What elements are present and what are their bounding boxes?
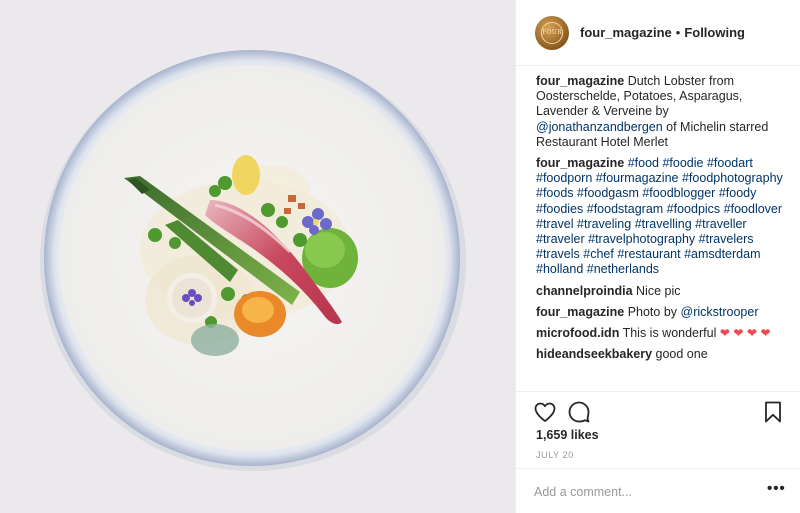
hashtag-link[interactable]: #traveler <box>536 232 585 246</box>
comment-username[interactable]: channelproindia <box>536 284 633 298</box>
hashtag-link[interactable]: #foodphotography <box>682 171 783 185</box>
hashtag-link[interactable]: #food <box>628 156 659 170</box>
hashtag-list: #food #foodie #foodart #foodporn #fourma… <box>536 156 783 276</box>
hashtag-link[interactable]: #foodpics <box>667 202 721 216</box>
hashtag-link[interactable]: #fourmagazine <box>596 171 679 185</box>
comment-text: Nice pic <box>632 283 681 298</box>
hashtag-link[interactable]: #netherlands <box>587 262 659 276</box>
hashtag-link[interactable]: #foodstagram <box>587 202 663 216</box>
post-side-panel: FOUR four_magazine • Following four_maga… <box>515 0 800 513</box>
comment-text: Photo by <box>624 304 681 319</box>
hashtag-link[interactable]: #travelphotography <box>588 232 695 246</box>
hashtag-link[interactable]: #traveling <box>577 217 631 231</box>
comment-username[interactable]: four_magazine <box>536 305 624 319</box>
header-username[interactable]: four_magazine <box>580 25 672 40</box>
hashtag-link[interactable]: #foodies <box>536 202 583 216</box>
heart-emoji-icon: ❤ <box>746 326 757 341</box>
hashtag-link[interactable]: #foodporn <box>536 171 592 185</box>
speech-bubble-icon[interactable] <box>567 400 591 424</box>
food-plate-illustration <box>0 0 515 513</box>
add-comment-bar: ••• <box>516 468 800 513</box>
hashtag-link[interactable]: #foodart <box>707 156 753 170</box>
avatar[interactable]: FOUR <box>535 15 569 50</box>
comments-list[interactable]: four_magazine Dutch Lobster from Oosters… <box>536 74 790 390</box>
avatar-logo: FOUR <box>541 21 563 44</box>
hashtag-link[interactable]: #foods <box>536 186 574 200</box>
comment-username[interactable]: four_magazine <box>536 156 624 170</box>
list-item: channelproindia Nice pic <box>536 284 790 299</box>
list-item: microfood.idn This is wonderful ❤ ❤ ❤ ❤ <box>536 326 790 341</box>
comment-text: This is wonderful <box>619 326 720 341</box>
hashtag-link[interactable]: #holland <box>536 262 583 276</box>
post-header: FOUR four_magazine • Following <box>516 0 800 66</box>
hashtag-link[interactable]: #travels <box>536 247 580 261</box>
heart-outline-icon[interactable] <box>533 400 557 424</box>
comment-username[interactable]: microfood.idn <box>536 326 619 340</box>
following-button[interactable]: Following <box>684 25 745 40</box>
comment-input[interactable] <box>534 482 754 502</box>
hashtag-link[interactable]: #travelers <box>699 232 754 246</box>
post-photo[interactable] <box>0 0 515 513</box>
bookmark-icon[interactable] <box>761 400 785 424</box>
header-separator: • <box>675 25 681 40</box>
hashtag-link[interactable]: #traveller <box>695 217 746 231</box>
list-item: hideandseekbakery good one <box>536 347 790 362</box>
list-item: four_magazine Photo by @rickstrooper <box>536 305 790 320</box>
hashtag-link[interactable]: #chef <box>583 247 614 261</box>
post-actions <box>516 391 800 431</box>
post-date[interactable]: JULY 20 <box>536 450 574 460</box>
more-options-icon[interactable]: ••• <box>767 481 786 497</box>
caption: four_magazine Dutch Lobster from Oosters… <box>536 74 790 150</box>
hashtag-link[interactable]: #foodblogger <box>642 186 715 200</box>
comment-mention-link[interactable]: @rickstrooper <box>681 305 759 319</box>
likes-count[interactable]: 1,659 likes <box>536 428 599 442</box>
hashtag-link[interactable]: #travelling <box>635 217 692 231</box>
hashtag-link[interactable]: #travel <box>536 217 574 231</box>
hashtag-link[interactable]: #foodie <box>662 156 703 170</box>
hashtag-link[interactable]: #foodlover <box>724 202 782 216</box>
heart-emoji-icon: ❤ <box>733 326 744 341</box>
heart-emoji-icon: ❤ <box>760 326 771 341</box>
hashtag-link[interactable]: #amsdterdam <box>684 247 760 261</box>
hashtag-link[interactable]: #restaurant <box>617 247 680 261</box>
comment-text: good one <box>652 347 708 362</box>
comment-username[interactable]: hideandseekbakery <box>536 347 652 361</box>
caption-username[interactable]: four_magazine <box>536 74 624 88</box>
hashtag-link[interactable]: #foody <box>719 186 757 200</box>
hashtag-link[interactable]: #foodgasm <box>577 186 639 200</box>
list-item: four_magazine #food #foodie #foodart #fo… <box>536 156 790 278</box>
caption-mention-link[interactable]: @jonathanzandbergen <box>536 120 663 134</box>
heart-emoji-icon: ❤ <box>719 326 730 341</box>
